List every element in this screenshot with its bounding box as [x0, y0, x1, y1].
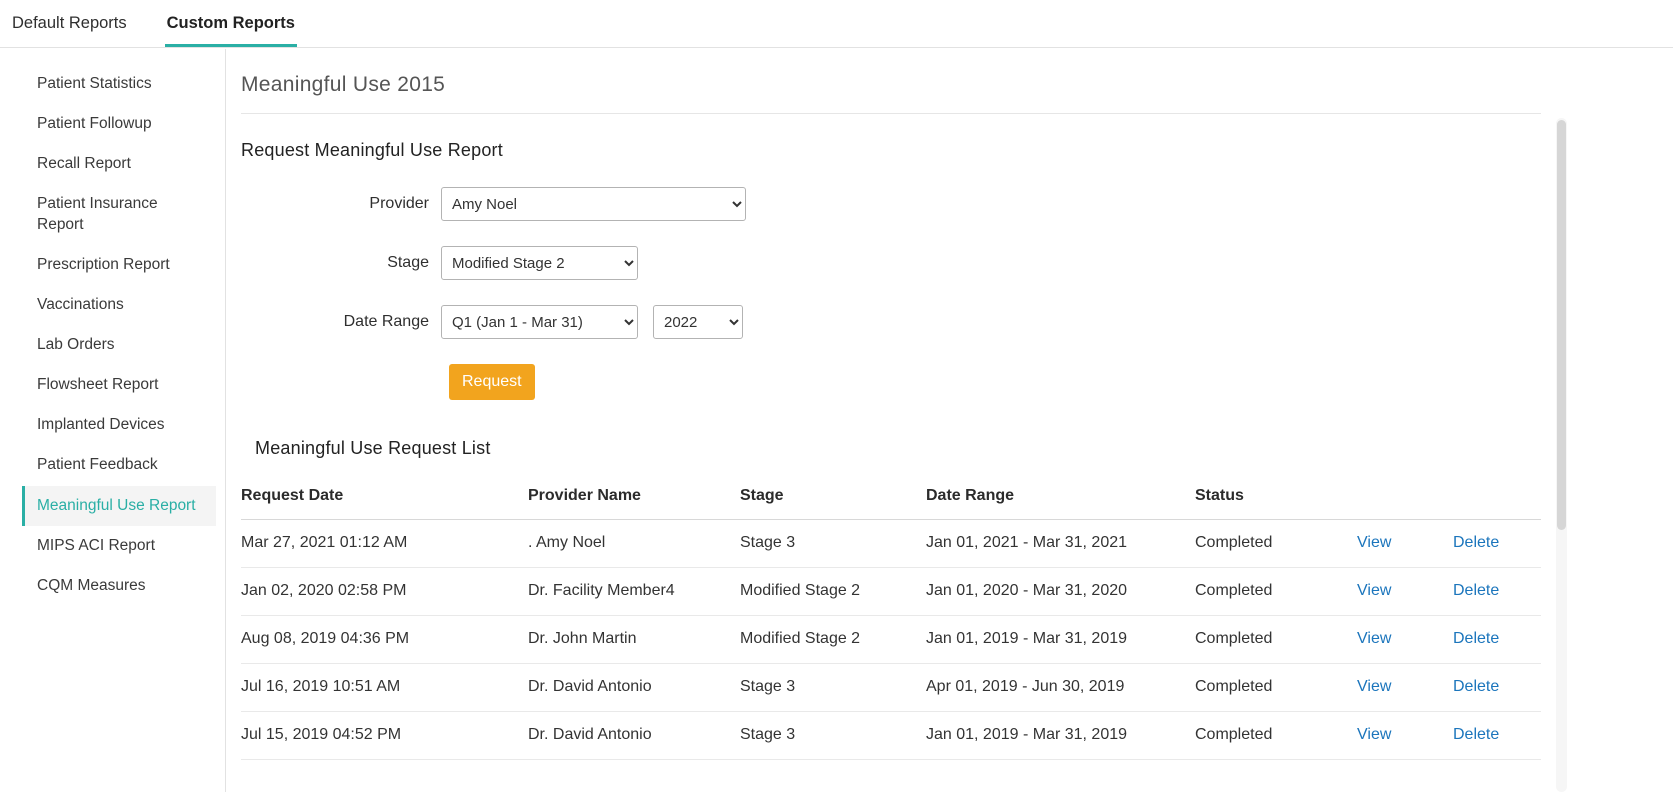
- date-range-select[interactable]: Q1 (Jan 1 - Mar 31): [441, 305, 638, 339]
- request-date-cell: Aug 08, 2019 04:36 PM: [241, 616, 528, 664]
- provider-label: Provider: [241, 195, 429, 213]
- stage-cell: Modified Stage 2: [740, 616, 926, 664]
- delete-link[interactable]: Delete: [1453, 678, 1499, 695]
- sidebar-item-mips-aci-report[interactable]: MIPS ACI Report: [22, 526, 216, 566]
- provider-name-cell: Dr. John Martin: [528, 616, 740, 664]
- top-tab-bar: Default Reports Custom Reports: [0, 0, 1673, 48]
- sidebar-item-prescription-report[interactable]: Prescription Report: [22, 245, 216, 285]
- provider-name-cell: Dr. Facility Member4: [528, 568, 740, 616]
- stage-cell: Modified Stage 2: [740, 568, 926, 616]
- sidebar-item-patient-followup[interactable]: Patient Followup: [22, 104, 216, 144]
- vertical-scrollbar-thumb[interactable]: [1557, 120, 1566, 530]
- provider-name-cell: Dr. David Antonio: [528, 712, 740, 760]
- status-badge: Completed: [1195, 664, 1357, 712]
- status-badge: Completed: [1195, 712, 1357, 760]
- status-badge: Completed: [1195, 616, 1357, 664]
- stage-select[interactable]: Modified Stage 2: [441, 246, 638, 280]
- provider-row: Provider Amy Noel: [241, 187, 1541, 221]
- date-range-cell: Apr 01, 2019 - Jun 30, 2019: [926, 664, 1195, 712]
- page-title: Meaningful Use 2015: [241, 49, 1541, 114]
- view-link[interactable]: View: [1357, 534, 1391, 551]
- provider-name-cell: Dr. David Antonio: [528, 664, 740, 712]
- vertical-scrollbar-track[interactable]: [1556, 118, 1567, 792]
- table-row: Aug 08, 2019 04:36 PM Dr. John Martin Mo…: [241, 616, 1541, 664]
- delete-link[interactable]: Delete: [1453, 582, 1499, 599]
- date-range-cell: Jan 01, 2021 - Mar 31, 2021: [926, 520, 1195, 568]
- sidebar-item-vaccinations[interactable]: Vaccinations: [22, 285, 216, 325]
- stage-row: Stage Modified Stage 2: [241, 246, 1541, 280]
- request-date-cell: Jul 15, 2019 04:52 PM: [241, 712, 528, 760]
- table-row: Jan 02, 2020 02:58 PM Dr. Facility Membe…: [241, 568, 1541, 616]
- col-provider-name: Provider Name: [528, 475, 740, 520]
- date-range-cell: Jan 01, 2020 - Mar 31, 2020: [926, 568, 1195, 616]
- table-row: Mar 27, 2021 01:12 AM . Amy Noel Stage 3…: [241, 520, 1541, 568]
- col-status: Status: [1195, 475, 1357, 520]
- stage-cell: Stage 3: [740, 520, 926, 568]
- year-select[interactable]: 2022: [653, 305, 743, 339]
- request-date-cell: Jul 16, 2019 10:51 AM: [241, 664, 528, 712]
- col-delete: [1453, 475, 1541, 520]
- date-range-row: Date Range Q1 (Jan 1 - Mar 31) 2022: [241, 305, 1541, 339]
- tab-default-reports[interactable]: Default Reports: [10, 3, 129, 47]
- request-button[interactable]: Request: [449, 364, 535, 400]
- date-range-label: Date Range: [241, 313, 429, 331]
- sidebar-item-patient-insurance-report[interactable]: Patient Insurance Report: [22, 184, 216, 244]
- status-badge: Completed: [1195, 568, 1357, 616]
- request-date-cell: Jan 02, 2020 02:58 PM: [241, 568, 528, 616]
- date-range-cell: Jan 01, 2019 - Mar 31, 2019: [926, 616, 1195, 664]
- view-link[interactable]: View: [1357, 726, 1391, 743]
- request-form-heading: Request Meaningful Use Report: [241, 140, 1541, 161]
- tab-custom-reports[interactable]: Custom Reports: [165, 3, 297, 47]
- view-link[interactable]: View: [1357, 630, 1391, 647]
- col-stage: Stage: [740, 475, 926, 520]
- sidebar: Patient Statistics Patient Followup Reca…: [0, 49, 226, 792]
- status-badge: Completed: [1195, 520, 1357, 568]
- sidebar-item-recall-report[interactable]: Recall Report: [22, 144, 216, 184]
- table-header-row: Request Date Provider Name Stage Date Ra…: [241, 475, 1541, 520]
- date-range-cell: Jan 01, 2019 - Mar 31, 2019: [926, 712, 1195, 760]
- stage-label: Stage: [241, 254, 429, 272]
- col-view: [1357, 475, 1453, 520]
- table-row: Jul 16, 2019 10:51 AM Dr. David Antonio …: [241, 664, 1541, 712]
- sidebar-item-cqm-measures[interactable]: CQM Measures: [22, 566, 216, 606]
- sidebar-item-patient-feedback[interactable]: Patient Feedback: [22, 445, 216, 485]
- request-form: Provider Amy Noel Stage Modified Stage 2…: [241, 187, 1541, 400]
- provider-name-cell: . Amy Noel: [528, 520, 740, 568]
- request-date-cell: Mar 27, 2021 01:12 AM: [241, 520, 528, 568]
- delete-link[interactable]: Delete: [1453, 630, 1499, 647]
- sidebar-item-patient-statistics[interactable]: Patient Statistics: [22, 64, 216, 104]
- request-list-heading: Meaningful Use Request List: [255, 438, 1541, 459]
- table-row: Jul 15, 2019 04:52 PM Dr. David Antonio …: [241, 712, 1541, 760]
- col-date-range: Date Range: [926, 475, 1195, 520]
- sidebar-item-meaningful-use-report[interactable]: Meaningful Use Report: [22, 486, 216, 526]
- stage-cell: Stage 3: [740, 712, 926, 760]
- delete-link[interactable]: Delete: [1453, 534, 1499, 551]
- delete-link[interactable]: Delete: [1453, 726, 1499, 743]
- sidebar-item-flowsheet-report[interactable]: Flowsheet Report: [22, 365, 216, 405]
- stage-cell: Stage 3: [740, 664, 926, 712]
- sidebar-item-implanted-devices[interactable]: Implanted Devices: [22, 405, 216, 445]
- sidebar-item-lab-orders[interactable]: Lab Orders: [22, 325, 216, 365]
- request-list-table: Request Date Provider Name Stage Date Ra…: [241, 475, 1541, 760]
- view-link[interactable]: View: [1357, 678, 1391, 695]
- provider-select[interactable]: Amy Noel: [441, 187, 746, 221]
- view-link[interactable]: View: [1357, 582, 1391, 599]
- main-content: Meaningful Use 2015 Request Meaningful U…: [227, 49, 1673, 792]
- col-request-date: Request Date: [241, 475, 528, 520]
